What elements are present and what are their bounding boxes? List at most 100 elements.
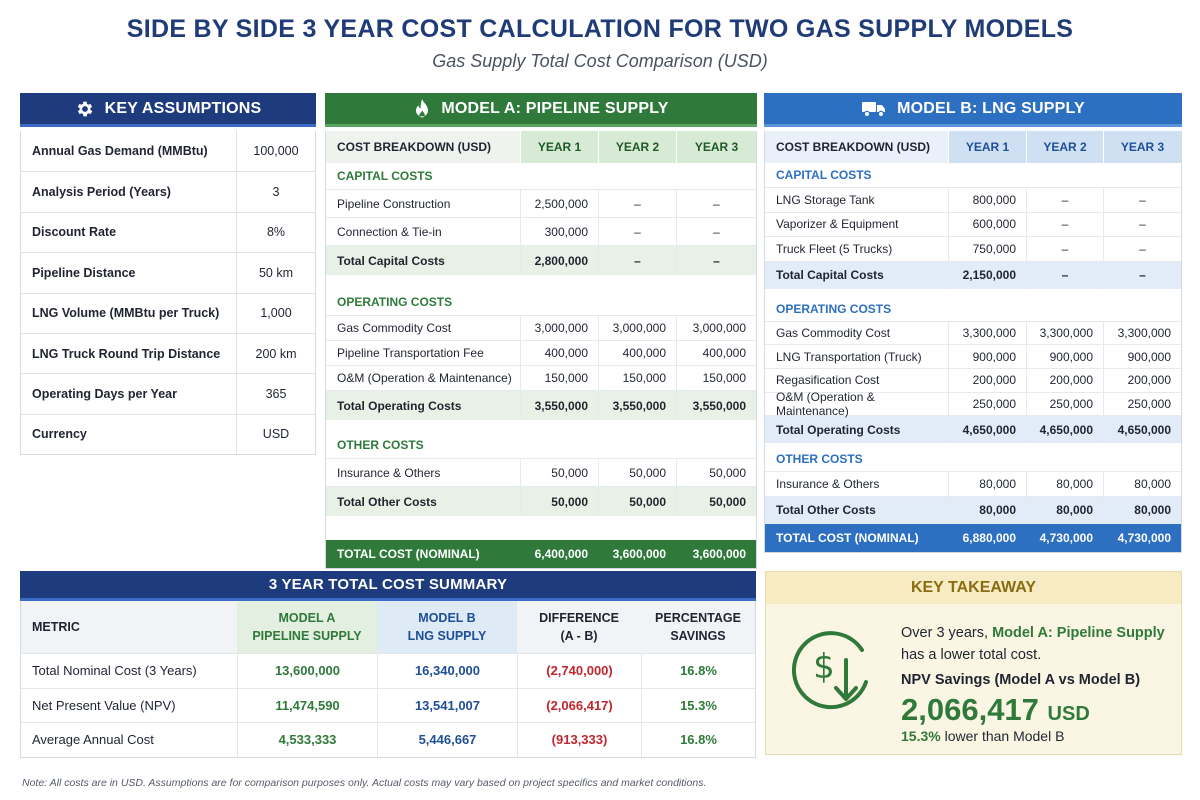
year-2-value: – bbox=[598, 190, 676, 217]
difference-column-line1: DIFFERENCE bbox=[539, 611, 619, 625]
assumption-label: Operating Days per Year bbox=[32, 387, 177, 402]
year-2-value: 3,550,000 bbox=[598, 391, 676, 420]
subtotal-row: Total Capital Costs 2,800,000– – bbox=[326, 245, 756, 275]
row-label: Insurance & Others bbox=[776, 477, 880, 491]
assumption-label: Currency bbox=[32, 427, 87, 442]
subtotal-row: Total Operating Costs 4,650,000 4,650,000 4… bbox=[765, 415, 1181, 444]
year-2-value: 900,000 bbox=[1026, 345, 1103, 368]
year-1-value: 2,500,000 bbox=[520, 190, 598, 217]
assumption-value: 8% bbox=[236, 212, 315, 253]
takeaway-model-name: Model A: Pipeline Supply bbox=[992, 625, 1165, 641]
savings-pct-value: 15.3% bbox=[901, 728, 941, 744]
cost-row: LNG Storage Tank 800,000– – bbox=[765, 187, 1181, 212]
summary-row: Net Present Value (NPV) 11,474,590 13,541,… bbox=[21, 687, 755, 722]
year-3-value: – bbox=[676, 246, 756, 275]
row-label: LNG Storage Tank bbox=[776, 192, 875, 207]
takeaway-statement: Over 3 years, Model A: Pipeline Supply ha… bbox=[901, 622, 1171, 666]
year-2-value: 50,000 bbox=[598, 459, 676, 486]
row-label: Connection & Tie-in bbox=[337, 224, 442, 239]
year-2-value: 150,000 bbox=[598, 366, 676, 390]
year-3-value: 50,000 bbox=[676, 487, 756, 516]
year-1-value: 900,000 bbox=[948, 345, 1026, 368]
year-2-value: – bbox=[1026, 237, 1103, 261]
row-label: Total Other Costs bbox=[337, 494, 437, 509]
assumption-label: LNG Volume (MMBtu per Truck) bbox=[32, 306, 220, 321]
row-label: Pipeline Construction bbox=[337, 196, 451, 211]
assumption-value: 200 km bbox=[236, 333, 315, 374]
year-2-value: 80,000 bbox=[1026, 496, 1103, 524]
summary-table: METRIC MODEL A PIPELINE SUPPLY MODEL B LNG… bbox=[20, 601, 756, 758]
cost-row: O&M (Operation & Maintenance) 250,000 250,… bbox=[765, 390, 1181, 418]
summary-row: Total Nominal Cost (3 Years) 13,600,000 16… bbox=[21, 653, 755, 688]
year-1-value: YEAR 1 bbox=[948, 131, 1026, 163]
key-takeaway-body: Over 3 years, Model A: Pipeline Supply ha… bbox=[901, 622, 1171, 744]
assumption-value: 365 bbox=[236, 374, 315, 414]
year-3-value: 3,550,000 bbox=[676, 391, 756, 420]
model-b-header: MODEL B: LNG SUPPLY bbox=[764, 93, 1182, 127]
cost-row: Gas Commodity Cost 3,300,000 3,300,000 3,30… bbox=[765, 320, 1181, 345]
year-3-value: 4,730,000 bbox=[1117, 530, 1171, 545]
assumption-row: Operating Days per Year 365 bbox=[21, 373, 315, 414]
year-2-value: YEAR 2 bbox=[1026, 131, 1103, 163]
cost-row: Insurance & Others 80,000 80,000 80,000 bbox=[765, 471, 1181, 496]
dollar-down-icon: $ bbox=[784, 620, 884, 725]
assumption-row: Analysis Period (Years) 3 bbox=[21, 171, 315, 212]
difference-column-header: DIFFERENCE (A - B) bbox=[517, 601, 641, 653]
summary-percentage: 15.3% bbox=[641, 688, 755, 722]
metric-column-header: METRIC bbox=[32, 620, 80, 634]
summary-model-b-value: 13,541,007 bbox=[377, 688, 517, 722]
summary-percentage: 16.8% bbox=[641, 654, 755, 688]
row-label: Regasification Cost bbox=[776, 373, 880, 388]
year-3-value: 150,000 bbox=[676, 366, 756, 390]
cost-row: Regasification Cost 200,000 200,000 200,000 bbox=[765, 367, 1181, 392]
year-1-value: 200,000 bbox=[948, 368, 1026, 392]
gear-icon bbox=[75, 99, 95, 119]
row-label: Pipeline Transportation Fee bbox=[337, 346, 484, 360]
assumption-value: 1,000 bbox=[236, 293, 315, 333]
model-a-table: COST BREAKDOWN (USD) YEAR 1 YEAR 2 YEAR 3 CA… bbox=[325, 131, 757, 569]
key-assumptions-header: KEY ASSUMPTIONS bbox=[20, 93, 316, 127]
model-a-column-header: MODEL A PIPELINE SUPPLY bbox=[237, 601, 377, 653]
flame-icon bbox=[413, 98, 431, 120]
savings-pct-text: lower than Model B bbox=[940, 728, 1065, 744]
year-3-value: – bbox=[1103, 261, 1181, 289]
section-label: OTHER COSTS bbox=[776, 452, 863, 467]
year-1-value: 300,000 bbox=[520, 218, 598, 245]
year-3-value: 3,000,000 bbox=[676, 316, 756, 340]
svg-text:$: $ bbox=[813, 647, 835, 687]
assumption-label: Annual Gas Demand (MMBtu) bbox=[32, 144, 208, 159]
year-1-value: 600,000 bbox=[948, 212, 1026, 236]
cost-row: Truck Fleet (5 Trucks) 750,000– – bbox=[765, 236, 1181, 261]
model-a-header: MODEL A: PIPELINE SUPPLY bbox=[325, 93, 757, 127]
subtotal-row: Total Operating Costs 3,550,000 3,550,000 3… bbox=[326, 390, 756, 420]
table-header-row: COST BREAKDOWN (USD) YEAR 1 YEAR 2 YEAR 3 bbox=[326, 131, 756, 163]
cost-row: LNG Transportation (Truck) 900,000 900,000… bbox=[765, 344, 1181, 368]
year-2-value: 50,000 bbox=[598, 487, 676, 516]
summary-model-b-value: 5,446,667 bbox=[377, 723, 517, 757]
section-label: CAPITAL COSTS bbox=[776, 168, 872, 182]
summary-header: 3 YEAR TOTAL COST SUMMARY bbox=[20, 571, 756, 601]
assumption-row: LNG Truck Round Trip Distance 200 km bbox=[21, 332, 315, 374]
cost-row: Vaporizer & Equipment 600,000– – bbox=[765, 211, 1181, 236]
model-b-column-line1: MODEL B bbox=[418, 611, 476, 625]
year-2-value: 4,730,000 bbox=[1039, 530, 1093, 545]
summary-model-b-value: 16,340,000 bbox=[377, 654, 517, 688]
year-1-value: 3,550,000 bbox=[520, 391, 598, 420]
year-2-value: 3,300,000 bbox=[1026, 321, 1103, 345]
grand-total-row: TOTAL COST (NOMINAL) 6,880,000 4,730,000 4,… bbox=[765, 523, 1181, 552]
year-2-value: – bbox=[598, 218, 676, 245]
year-2-value: – bbox=[1026, 212, 1103, 236]
percentage-column-line2: SAVINGS bbox=[670, 629, 726, 643]
model-a-title: MODEL A: PIPELINE SUPPLY bbox=[441, 99, 669, 117]
year-2-value: – bbox=[1026, 261, 1103, 289]
grand-total-row: TOTAL COST (NOMINAL) 6,400,000 3,600,000 3,… bbox=[326, 540, 756, 568]
year-2-value: YEAR 2 bbox=[598, 131, 676, 163]
assumption-row: Currency USD bbox=[21, 413, 315, 455]
key-assumptions-panel: KEY ASSUMPTIONS Annual Gas Demand (MMBtu… bbox=[20, 93, 316, 456]
summary-model-a-value: 13,600,000 bbox=[237, 654, 377, 688]
year-1-value: 80,000 bbox=[948, 496, 1026, 524]
year-1-value: 4,650,000 bbox=[948, 416, 1026, 444]
year-1-value: 400,000 bbox=[520, 341, 598, 365]
section-label: OPERATING COSTS bbox=[337, 295, 453, 309]
